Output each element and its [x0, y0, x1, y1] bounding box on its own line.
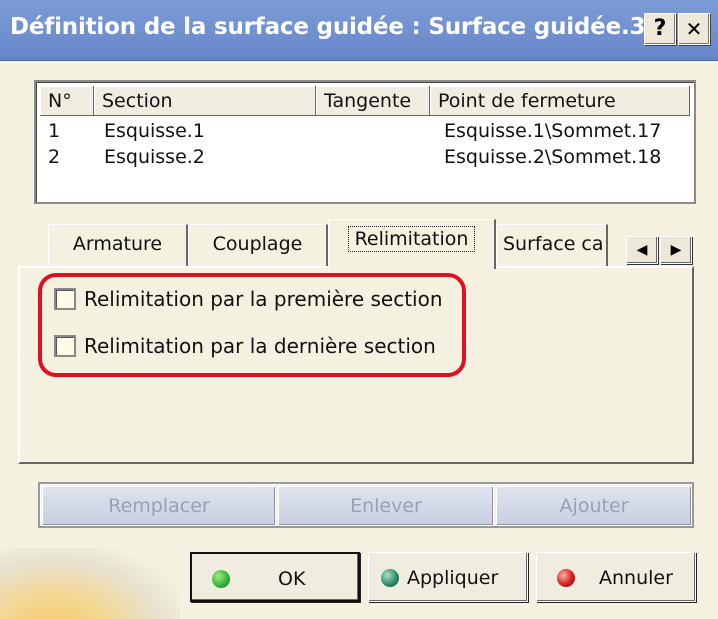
apply-icon	[381, 569, 399, 587]
sections-list[interactable]: N° Section Tangente Point de fermeture 1…	[34, 80, 696, 204]
column-header-number[interactable]: N°	[40, 86, 94, 116]
ok-label: OK	[278, 568, 306, 590]
column-header-section[interactable]: Section	[94, 86, 316, 116]
column-header-closing-point[interactable]: Point de fermeture	[430, 86, 690, 116]
tab-couplage[interactable]: Couplage	[188, 224, 328, 266]
tab-surface-ca[interactable]: Surface ca	[496, 224, 608, 266]
title-bar: Définition de la surface guidée : Surfac…	[0, 0, 718, 61]
row-2-number[interactable]: 2	[48, 146, 60, 168]
cancel-label: Annuler	[599, 567, 673, 589]
add-button[interactable]: Ajouter	[496, 486, 692, 526]
apply-button[interactable]: Appliquer	[368, 552, 528, 602]
background-decoration	[0, 548, 180, 619]
ok-icon	[212, 570, 230, 588]
annotation-highlight	[38, 273, 466, 377]
ok-button[interactable]: OK	[190, 552, 360, 602]
tab-scroll-left-button[interactable]: ◀	[626, 236, 658, 264]
guided-surface-dialog: Définition de la surface guidée : Surfac…	[0, 0, 718, 619]
remove-button[interactable]: Enlever	[278, 486, 494, 526]
tab-scroll-right-button[interactable]: ▶	[660, 236, 692, 264]
help-button[interactable]: ?	[644, 13, 676, 45]
row-2-section[interactable]: Esquisse.2	[104, 146, 205, 168]
apply-label: Appliquer	[407, 567, 499, 589]
tab-relimitation[interactable]: Relimitation	[328, 219, 496, 269]
tab-relimitation-label: Relimitation	[347, 226, 476, 252]
replace-button[interactable]: Remplacer	[42, 486, 276, 526]
row-1-closing-point[interactable]: Esquisse.1\Sommet.17	[444, 120, 661, 142]
row-1-number[interactable]: 1	[48, 120, 60, 142]
row-1-section[interactable]: Esquisse.1	[104, 120, 205, 142]
column-header-tangent[interactable]: Tangente	[316, 86, 430, 116]
window-title: Définition de la surface guidée : Surfac…	[10, 14, 646, 40]
close-button[interactable]: ✕	[678, 13, 710, 45]
row-2-closing-point[interactable]: Esquisse.2\Sommet.18	[444, 146, 661, 168]
tab-armature[interactable]: Armature	[48, 224, 188, 266]
cancel-button[interactable]: Annuler	[536, 552, 696, 602]
cancel-icon	[557, 569, 575, 587]
